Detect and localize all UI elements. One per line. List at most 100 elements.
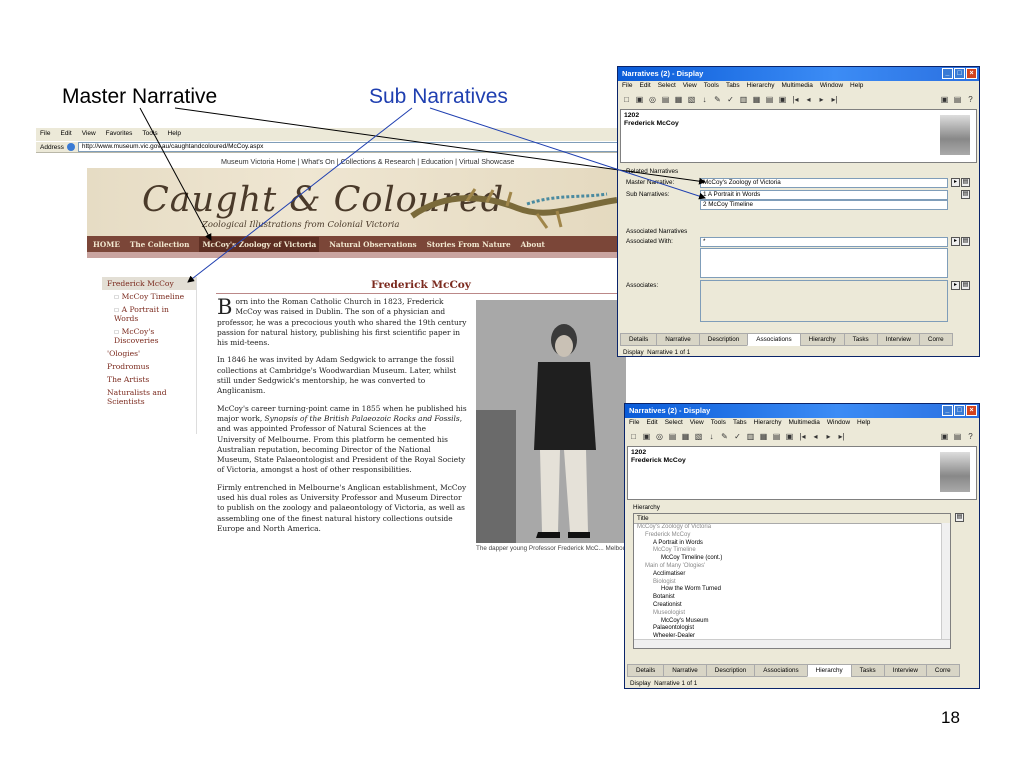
hierarchy-row[interactable]: Main of Many 'Ologies' bbox=[637, 563, 950, 571]
next-record-icon[interactable]: ▸ bbox=[817, 95, 826, 104]
grid-icon[interactable]: ▥ bbox=[746, 432, 755, 441]
print-icon[interactable]: ▤ bbox=[953, 432, 962, 441]
hierarchy-row[interactable]: Frederick McCoy bbox=[637, 532, 950, 540]
spellcheck-icon[interactable]: ✓ bbox=[733, 432, 742, 441]
tab-associations[interactable]: Associations bbox=[747, 333, 801, 346]
prev-record-icon[interactable]: ◂ bbox=[811, 432, 820, 441]
sort-icon[interactable]: ↓ bbox=[700, 95, 709, 104]
menu-edit[interactable]: Edit bbox=[646, 419, 657, 428]
top-nav[interactable]: Museum Victoria Home | What's On | Colle… bbox=[221, 157, 514, 166]
menu-multimedia[interactable]: Multimedia bbox=[781, 82, 812, 91]
spellcheck-icon[interactable]: ✓ bbox=[726, 95, 735, 104]
associated-with-list[interactable] bbox=[700, 248, 948, 278]
save-icon[interactable]: ▣ bbox=[642, 432, 651, 441]
tab-corre[interactable]: Corre bbox=[918, 333, 953, 346]
master-narrative-field[interactable]: McCoy's Zoology of Victoria bbox=[700, 178, 948, 188]
leftnav-mccoy-timeline[interactable]: McCoy Timeline bbox=[102, 290, 196, 303]
attach-icon[interactable]: ▣ bbox=[940, 95, 949, 104]
copy-icon[interactable]: ▧ bbox=[694, 432, 703, 441]
menu-file[interactable]: File bbox=[40, 130, 50, 139]
menu-tools[interactable]: Tools bbox=[704, 82, 719, 91]
hierarchy-row[interactable]: McCoy's Zoology of Victoria bbox=[637, 524, 950, 532]
help-icon[interactable]: ? bbox=[966, 432, 975, 441]
tab-tasks[interactable]: Tasks bbox=[843, 333, 878, 346]
image-icon[interactable]: ▣ bbox=[778, 95, 787, 104]
hierarchy-row[interactable]: Creationist bbox=[637, 602, 950, 610]
copy-icon[interactable]: ▧ bbox=[687, 95, 696, 104]
assoc-attach-button[interactable]: ▸ bbox=[951, 237, 960, 246]
menu-tools[interactable]: Tools bbox=[142, 130, 157, 139]
list-icon[interactable]: ▤ bbox=[765, 95, 774, 104]
nav-home[interactable]: HOME bbox=[93, 240, 120, 249]
view-icon[interactable]: ▤ bbox=[668, 432, 677, 441]
menu-file[interactable]: File bbox=[622, 82, 632, 91]
list-icon[interactable]: ▤ bbox=[772, 432, 781, 441]
leftnav-portrait-in-words[interactable]: A Portrait in Words bbox=[102, 303, 196, 325]
sort-icon[interactable]: ↓ bbox=[707, 432, 716, 441]
hierarchy-row[interactable]: McCoy Timeline bbox=[637, 547, 950, 555]
grid-icon[interactable]: ▥ bbox=[739, 95, 748, 104]
hierarchy-row[interactable]: Acclimatiser bbox=[637, 571, 950, 579]
menu-view[interactable]: View bbox=[683, 82, 697, 91]
tab-interview[interactable]: Interview bbox=[876, 333, 920, 346]
hierarchy-row[interactable]: Botanist bbox=[637, 594, 950, 602]
menu-edit[interactable]: Edit bbox=[639, 82, 650, 91]
nav-natural-observations[interactable]: Natural Observations bbox=[329, 240, 416, 249]
table-icon[interactable]: ▦ bbox=[752, 95, 761, 104]
maximize-button[interactable]: □ bbox=[954, 68, 965, 79]
save-icon[interactable]: ▣ bbox=[635, 95, 644, 104]
menu-window[interactable]: Window bbox=[820, 82, 843, 91]
tab-details[interactable]: Details bbox=[627, 664, 665, 677]
assoc-view-button[interactable]: ▤ bbox=[961, 237, 970, 246]
hierarchy-row[interactable]: How the Worm Turned bbox=[637, 586, 950, 594]
master-view-button[interactable]: ▤ bbox=[961, 178, 970, 187]
associates-view-button[interactable]: ▤ bbox=[961, 281, 970, 290]
menu-window[interactable]: Window bbox=[827, 419, 850, 428]
first-record-icon[interactable]: |◂ bbox=[791, 95, 800, 104]
report-icon[interactable]: ▦ bbox=[681, 432, 690, 441]
leftnav-ologies[interactable]: 'Ologies' bbox=[102, 347, 196, 360]
hierarchy-row[interactable]: McCoy Timeline (cont.) bbox=[637, 555, 950, 563]
menu-favorites[interactable]: Favorites bbox=[106, 130, 133, 139]
tab-hierarchy[interactable]: Hierarchy bbox=[806, 664, 852, 677]
menu-help[interactable]: Help bbox=[168, 130, 181, 139]
new-icon[interactable]: □ bbox=[629, 432, 638, 441]
leftnav-mccoys-discoveries[interactable]: McCoy's Discoveries bbox=[102, 325, 196, 347]
nav-about[interactable]: About bbox=[521, 240, 545, 249]
hierarchy-row[interactable]: Biologist bbox=[637, 579, 950, 587]
url-input[interactable]: http://www.museum.vic.gov.au/caughtandco… bbox=[77, 142, 622, 152]
master-attach-button[interactable]: ▸ bbox=[951, 178, 960, 187]
minimize-button[interactable]: _ bbox=[942, 405, 953, 416]
view-icon[interactable]: ▤ bbox=[661, 95, 670, 104]
tab-associations[interactable]: Associations bbox=[754, 664, 808, 677]
tab-corre[interactable]: Corre bbox=[925, 664, 960, 677]
first-record-icon[interactable]: |◂ bbox=[798, 432, 807, 441]
prev-record-icon[interactable]: ◂ bbox=[804, 95, 813, 104]
close-button[interactable]: × bbox=[966, 405, 977, 416]
nav-mccoy-zoology[interactable]: McCoy's Zoology of Victoria bbox=[199, 236, 320, 252]
next-record-icon[interactable]: ▸ bbox=[824, 432, 833, 441]
menu-select[interactable]: Select bbox=[658, 82, 676, 91]
menu-select[interactable]: Select bbox=[665, 419, 683, 428]
menu-help[interactable]: Help bbox=[850, 82, 863, 91]
maximize-button[interactable]: □ bbox=[954, 405, 965, 416]
tab-interview[interactable]: Interview bbox=[883, 664, 927, 677]
image-icon[interactable]: ▣ bbox=[785, 432, 794, 441]
menu-edit[interactable]: Edit bbox=[60, 130, 71, 139]
tab-narrative[interactable]: Narrative bbox=[663, 664, 707, 677]
sub-narrative-row-1[interactable]: 1 A Portrait in Words bbox=[700, 190, 948, 200]
hierarchy-row[interactable]: Palaeontologist bbox=[637, 625, 950, 633]
vertical-scrollbar[interactable] bbox=[941, 523, 950, 639]
nav-stories[interactable]: Stories From Nature bbox=[427, 240, 511, 249]
tab-details[interactable]: Details bbox=[620, 333, 658, 346]
minimize-button[interactable]: _ bbox=[942, 68, 953, 79]
print-icon[interactable]: ▤ bbox=[953, 95, 962, 104]
table-icon[interactable]: ▦ bbox=[759, 432, 768, 441]
horizontal-scrollbar[interactable] bbox=[634, 639, 950, 648]
menu-view[interactable]: View bbox=[690, 419, 704, 428]
menu-tabs[interactable]: Tabs bbox=[726, 82, 740, 91]
menu-file[interactable]: File bbox=[629, 419, 639, 428]
edit-icon[interactable]: ✎ bbox=[713, 95, 722, 104]
tab-description[interactable]: Description bbox=[705, 664, 756, 677]
nav-collection[interactable]: The Collection bbox=[130, 240, 190, 249]
